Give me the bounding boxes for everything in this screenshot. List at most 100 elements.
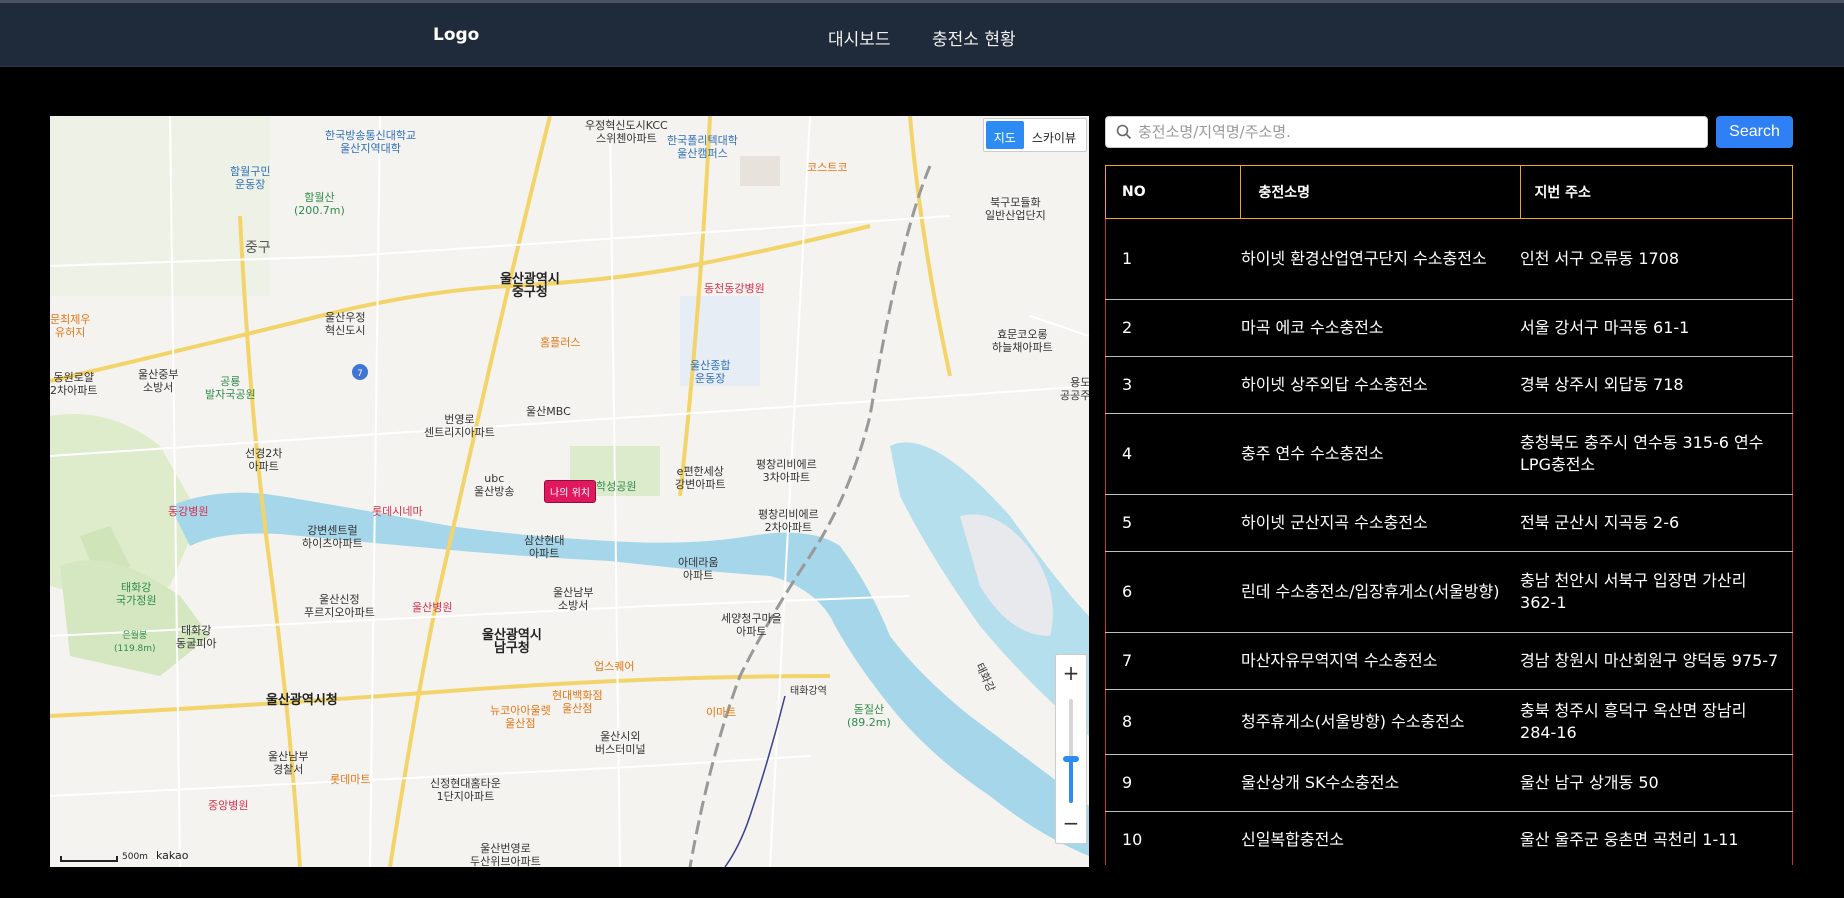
map-label: 태화강 동굴피아 [176,624,217,650]
map-view[interactable]: 7 우정혁신도시KCC 스위첸아파트 한국방송통신대학교 울산지역대학 한국폴리텍대… [50,116,1089,867]
map-label: e편한세상 강변아파트 [675,465,726,491]
station-table: NO 충전소명 지번 주소 1 하이넷 환경산업연구단지 수소충전소 인천 서구… [1105,165,1793,865]
map-label: 문최제우 유허지 [50,313,91,339]
map-label: 태화강 국가정원 [116,581,157,607]
table-row[interactable]: 9 울산상개 SK수소충전소 울산 남구 상개동 50 [1105,754,1793,812]
cell-station-name: 마산자유무역지역 수소충전소 [1240,632,1521,690]
map-label: 용도공공주택 [1060,376,1089,402]
table-row[interactable]: 10 신일복합충전소 울산 울주군 웅촌면 곡천리 1-11 [1105,811,1793,865]
cell-address: 충남 천안시 서북구 입장면 가산리 362-1 [1520,551,1793,633]
cell-address: 인천 서구 오류동 1708 [1520,218,1793,300]
map-label: 롯데마트 [330,773,371,786]
map-label: 울산광역시 남구청 [482,628,542,656]
cell-address: 서울 강서구 마곡동 61-1 [1520,299,1793,357]
map-label: 코스트코 [807,161,848,174]
map-label: 태화강역 [790,686,827,697]
map-label: 업스퀘어 [594,660,635,673]
cell-station-name: 울산상개 SK수소충전소 [1240,754,1521,812]
cell-station-name: 하이넷 군산지곡 수소충전소 [1240,494,1521,552]
map-label: 울산광역시 중구청 [500,272,560,300]
scale-bar-label: 500m [122,852,148,862]
map-label: 한국방송통신대학교 울산지역대학 [325,129,417,155]
cell-no: 4 [1105,413,1241,495]
map-label: 홈플러스 [540,336,581,349]
zoom-in-button[interactable]: + [1056,659,1086,689]
cell-station-name: 마곡 에코 수소충전소 [1240,299,1521,357]
cell-address: 충청북도 충주시 연수동 315-6 연수LPG충전소 [1520,413,1793,495]
map-label: 롯데시네마 [372,505,423,518]
map-label: ubc 울산방송 [474,472,515,498]
map-label: 한국폴리텍대학 울산캠퍼스 [667,134,738,160]
table-row[interactable]: 8 청주휴게소(서울방향) 수소충전소 충북 청주시 흥덕구 옥산면 장남리 2… [1105,689,1793,755]
map-label: 동천동강병원 [704,282,765,295]
table-row[interactable]: 2 마곡 에코 수소충전소 서울 강서구 마곡동 61-1 [1105,299,1793,357]
cell-station-name: 하이넷 환경산업연구단지 수소충전소 [1240,218,1521,300]
cell-station-name: 청주휴게소(서울방향) 수소충전소 [1240,689,1521,755]
map-label: 현대백화점 울산점 [552,689,603,715]
cell-no: 7 [1105,632,1241,690]
zoom-slider-fill [1069,759,1073,803]
map-label: 울산남부 소방서 [553,586,594,612]
cell-no: 8 [1105,689,1241,755]
map-label: 이마트 [706,706,737,719]
map-label: 효문코오롱 하늘채아파트 [992,328,1053,354]
scale-bar-line [60,856,118,862]
map-label: 돋질산 (89.2m) [847,703,891,729]
cell-station-name: 충주 연수 수소충전소 [1240,413,1521,495]
cell-address: 울산 울주군 웅촌면 곡천리 1-11 [1520,811,1793,865]
zoom-slider-handle[interactable] [1063,756,1079,763]
table-row[interactable]: 7 마산자유무역지역 수소충전소 경남 창원시 마산회원구 양덕동 975-7 [1105,632,1793,690]
map-label: 울산병원 [412,601,453,614]
map-label: 뉴코아아울렛 울산점 [490,704,551,730]
map-type-skyview-button[interactable]: 스카이뷰 [1024,121,1084,149]
table-row[interactable]: 1 하이넷 환경산업연구단지 수소충전소 인천 서구 오류동 1708 [1105,218,1793,300]
table-row[interactable]: 3 하이넷 상주외답 수소충전소 경북 상주시 외답동 718 [1105,356,1793,414]
logo[interactable]: Logo [433,25,479,45]
table-header-row: NO 충전소명 지번 주소 [1105,165,1793,219]
cell-no: 1 [1105,218,1241,300]
map-label: 삼산현대 아파트 [524,534,565,560]
map-label: 세양청구마을 아파트 [721,612,782,638]
map-label: 울산시외 버스터미널 [595,730,646,756]
nav-link-charging-stations[interactable]: 충전소 현황 [932,25,1016,50]
map-label: 울산종합 운동장 [690,359,731,385]
map-label: 함월구민 운동장 [230,165,271,191]
column-header-no[interactable]: NO [1105,165,1242,219]
map-label: 울산번영로 두산위브아파트 [470,842,541,867]
map-type-control: 지도 스카이뷰 [982,118,1087,152]
map-label: 평창리비에르 3차아파트 [756,458,817,484]
zoom-control: + − [1055,654,1087,844]
cell-no: 5 [1105,494,1241,552]
nav-link-dashboard[interactable]: 대시보드 [828,25,891,50]
cell-station-name: 린데 수소충전소/입장휴게소(서울방향) [1240,551,1521,633]
map-label: 평창리비에르 2차아파트 [758,508,819,534]
map-label: 동원로얄 2차아파트 [50,371,98,397]
search-button[interactable]: Search [1716,116,1793,148]
cell-address: 울산 남구 상개동 50 [1520,754,1793,812]
column-header-address[interactable]: 지번 주소 [1519,165,1793,219]
map-label: 학성공원 [596,480,637,493]
cell-address: 경북 상주시 외답동 718 [1520,356,1793,414]
zoom-out-button[interactable]: − [1056,809,1086,839]
cell-station-name: 하이넷 상주외답 수소충전소 [1240,356,1521,414]
table-row[interactable]: 4 충주 연수 수소충전소 충청북도 충주시 연수동 315-6 연수LPG충전… [1105,413,1793,495]
map-type-map-button[interactable]: 지도 [985,121,1024,149]
map-label: 울산중부 소방서 [138,368,179,394]
map-label: 은월봉 (119.8m) [114,631,156,654]
search-icon [1116,124,1132,140]
map-label: 중구 [245,240,271,256]
navbar: Logo 대시보드 충전소 현황 [0,3,1844,67]
my-location-marker[interactable]: 나의 위치 [544,480,596,503]
search-input[interactable] [1105,116,1708,148]
cell-no: 10 [1105,811,1241,865]
station-table-container[interactable]: NO 충전소명 지번 주소 1 하이넷 환경산업연구단지 수소충전소 인천 서구… [1105,165,1793,865]
map-provider-logo: kakao [155,849,189,862]
map-label: 북구모듈화 일반산업단지 [985,196,1046,222]
table-row[interactable]: 6 린데 수소충전소/입장휴게소(서울방향) 충남 천안시 서북구 입장면 가산… [1105,551,1793,633]
cell-no: 2 [1105,299,1241,357]
column-header-station-name[interactable]: 충전소명 [1240,165,1521,219]
map-label: 울산광역시청 [266,693,338,708]
cell-station-name: 신일복합충전소 [1240,811,1521,865]
table-row[interactable]: 5 하이넷 군산지곡 수소충전소 전북 군산시 지곡동 2-6 [1105,494,1793,552]
map-label: 아데라움 아파트 [678,556,719,582]
